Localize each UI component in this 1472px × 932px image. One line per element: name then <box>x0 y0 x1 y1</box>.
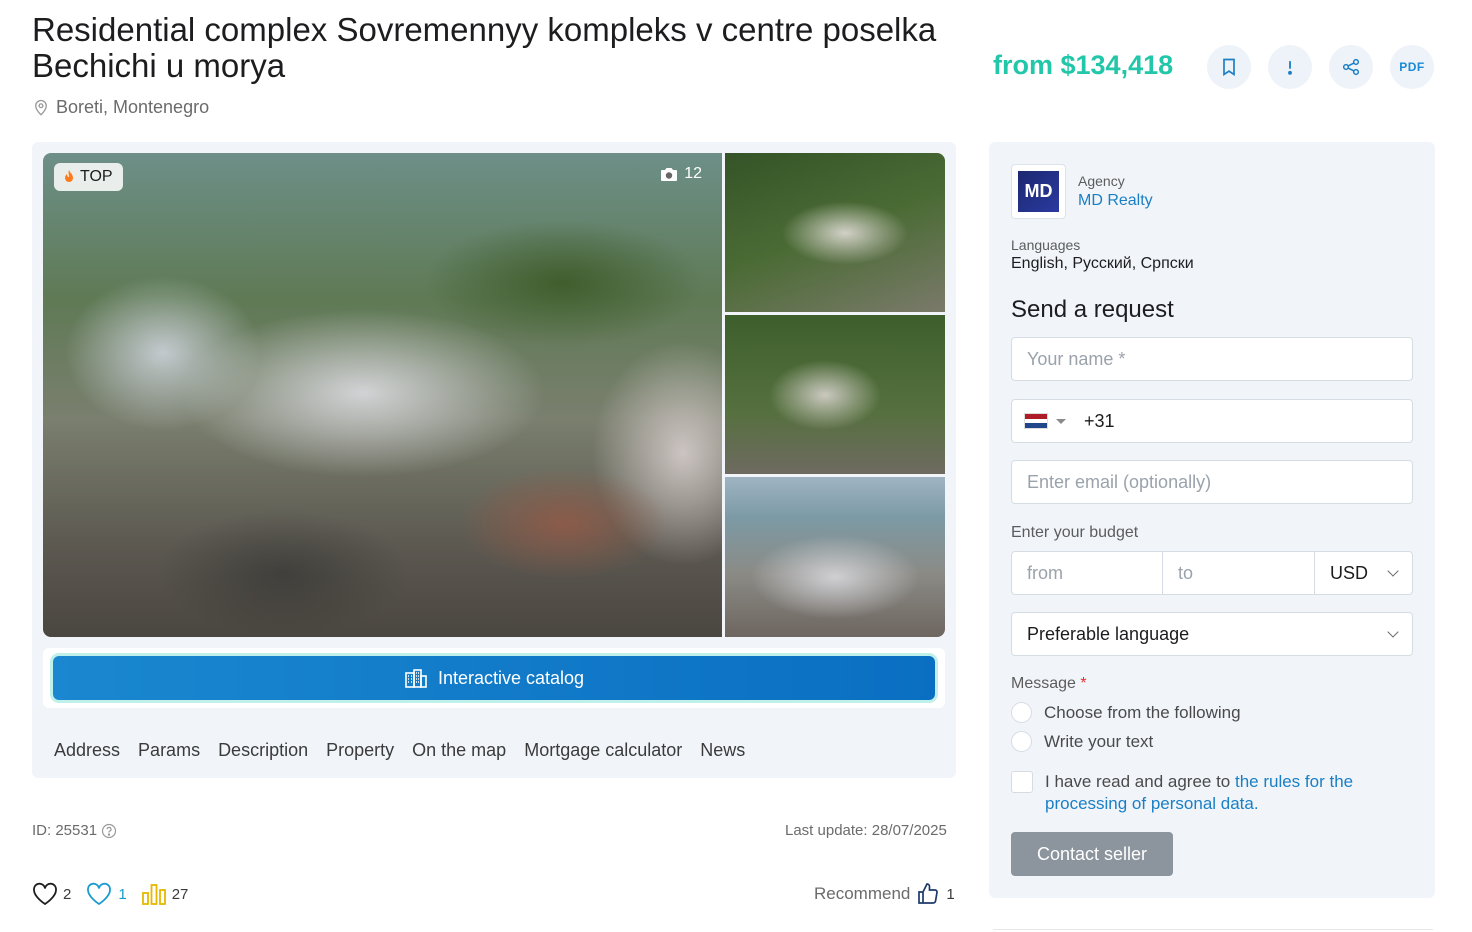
phone-code: +31 <box>1084 410 1115 431</box>
pdf-label: PDF <box>1399 60 1425 74</box>
price: from $134,418 <box>993 50 1174 80</box>
languages-label: Languages <box>1011 237 1081 253</box>
likes-count: 1 <box>118 885 127 903</box>
exclamation-icon <box>1288 61 1292 75</box>
currency-value: USD <box>1330 562 1369 583</box>
main-photo[interactable]: TOP 12 <box>43 153 722 637</box>
thumbs-up-icon <box>918 883 939 904</box>
favorites-stat[interactable]: 2 <box>32 882 71 906</box>
heart-outline-icon <box>87 882 112 906</box>
agency-name-link[interactable]: MD Realty <box>1078 192 1153 210</box>
views-count: 27 <box>171 885 189 903</box>
divider <box>993 929 1433 930</box>
bar-chart-icon <box>141 884 166 905</box>
top-badge: TOP <box>54 163 123 191</box>
agency-label: Agency <box>1078 173 1125 189</box>
tab-property[interactable]: Property <box>326 740 394 761</box>
language-select-value: Preferable language <box>1027 623 1190 644</box>
radio-button[interactable] <box>1011 702 1032 723</box>
pdf-button[interactable]: PDF <box>1390 45 1434 89</box>
phone-input[interactable]: +31 <box>1011 399 1413 443</box>
chevron-down-icon <box>1387 626 1399 638</box>
last-update: Last update: 28/07/2025 <box>785 822 947 839</box>
bookmark-icon <box>1223 58 1235 77</box>
message-label: Message * <box>1011 675 1087 693</box>
languages-value: English, Русский, Српски <box>1011 255 1194 272</box>
currency-select[interactable]: USD <box>1315 552 1412 594</box>
radio-write-option[interactable]: Write your text <box>1011 731 1153 752</box>
fire-icon <box>65 170 73 182</box>
radio-choose-option[interactable]: Choose from the following <box>1011 702 1241 723</box>
agency-logo-text: MD <box>1018 171 1059 212</box>
recommend-count: 1 <box>946 885 955 903</box>
map-pin-icon <box>35 99 47 116</box>
language-select[interactable]: Preferable language <box>1011 612 1413 656</box>
request-sidebar: MD Agency MD Realty Languages English, Р… <box>989 142 1435 898</box>
likes-stat[interactable]: 1 <box>85 882 127 906</box>
listing-id-text: ID: 25531 <box>32 822 98 839</box>
catalog-wrap: Interactive catalog <box>43 648 945 708</box>
tab-params[interactable]: Params <box>138 740 200 761</box>
listing-id: ID: 25531 <box>32 822 117 839</box>
thumbnail-photo[interactable] <box>725 477 945 637</box>
recommend-label: Recommend <box>814 884 911 903</box>
agree-text-block: I have read and agree to the rules for t… <box>1045 771 1435 815</box>
buildings-icon <box>405 669 427 688</box>
tab-description[interactable]: Description <box>218 740 308 761</box>
budget-row: from to USD <box>1011 551 1413 595</box>
budget-from-input[interactable]: from <box>1012 552 1163 594</box>
camera-icon <box>661 167 678 181</box>
agency-logo[interactable]: MD <box>1011 164 1066 219</box>
form-title: Send a request <box>1011 296 1174 323</box>
radio-write-label: Write your text <box>1044 731 1154 751</box>
bookmark-button[interactable] <box>1207 45 1251 89</box>
email-input[interactable]: Enter email (optionally) <box>1011 460 1413 504</box>
name-input[interactable]: Your name * <box>1011 337 1413 381</box>
radio-button[interactable] <box>1011 731 1032 752</box>
report-button[interactable] <box>1268 45 1312 89</box>
netherlands-flag-icon[interactable] <box>1024 413 1048 429</box>
agree-text: I have read and agree to <box>1045 772 1235 791</box>
tab-address[interactable]: Address <box>54 740 120 761</box>
budget-label: Enter your budget <box>1011 524 1139 541</box>
favorites-count: 2 <box>63 885 72 903</box>
radio-choose-label: Choose from the following <box>1044 702 1241 722</box>
thumbnail-photo[interactable] <box>725 153 945 312</box>
help-icon[interactable] <box>101 823 117 839</box>
chevron-down-icon <box>1387 565 1399 577</box>
stats-bar: 2 1 27 <box>32 882 188 906</box>
tab-mortgage-calculator[interactable]: Mortgage calculator <box>524 740 682 761</box>
photo-count: 12 <box>660 165 702 183</box>
thumbnail-photo[interactable] <box>725 315 945 474</box>
budget-to-input[interactable]: to <box>1163 552 1315 594</box>
contact-seller-button[interactable]: Contact seller <box>1011 832 1173 876</box>
agree-checkbox[interactable] <box>1011 771 1033 793</box>
message-label-text: Message <box>1011 675 1076 692</box>
interactive-catalog-label: Interactive catalog <box>437 667 585 688</box>
share-icon <box>1342 58 1360 76</box>
photo-count-value: 12 <box>684 165 702 182</box>
location: Boreti, Montenegro <box>32 97 209 118</box>
section-tabs: Address Params Description Property On t… <box>54 740 745 761</box>
page-title: Residential complex Sovremennyy kompleks… <box>32 11 937 84</box>
gallery-card: TOP 12 Interactive catalog Address Param… <box>32 142 956 778</box>
tab-on-the-map[interactable]: On the map <box>412 740 506 761</box>
share-button[interactable] <box>1329 45 1373 89</box>
views-stat: 27 <box>141 883 189 905</box>
caret-down-icon <box>1056 418 1066 424</box>
heart-icon <box>33 882 57 906</box>
recommend-button[interactable]: Recommend 1 <box>814 882 955 906</box>
location-text: Boreti, Montenegro <box>56 97 210 117</box>
tab-news[interactable]: News <box>700 740 745 761</box>
top-badge-label: TOP <box>80 168 113 185</box>
agree-consent: I have read and agree to the rules for t… <box>1011 771 1435 815</box>
required-marker: * <box>1080 675 1087 692</box>
interactive-catalog-button[interactable]: Interactive catalog <box>53 656 935 700</box>
